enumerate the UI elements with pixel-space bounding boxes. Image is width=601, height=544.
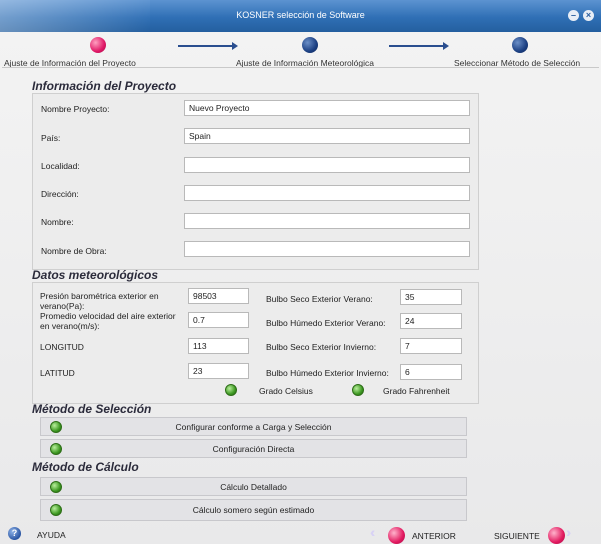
detailed-calc-label: Cálculo Detallado xyxy=(220,482,287,492)
prev-chevron-icon[interactable]: ‹‹ xyxy=(370,524,377,540)
next-label[interactable]: SIGUIENTE xyxy=(494,531,540,541)
pressure-label: Presión barométrica exterior en verano(P… xyxy=(40,291,159,311)
longitude-field[interactable]: 113 xyxy=(188,338,249,354)
wet-bulb-summer-label: Bulbo Húmedo Exterior Verano: xyxy=(266,318,386,328)
next-chevron-icon[interactable]: ›› xyxy=(566,524,573,540)
calc-method-title: Método de Cálculo xyxy=(32,460,139,474)
minimize-button[interactable]: – xyxy=(568,10,579,21)
selection-method-title: Método de Selección xyxy=(32,402,152,416)
close-button[interactable]: × xyxy=(583,10,594,21)
country-label: País: xyxy=(41,133,61,143)
project-name-label: Nombre Proyecto: xyxy=(41,104,110,114)
fahrenheit-radio[interactable] xyxy=(352,384,364,396)
project-name-field[interactable]: Nuevo Proyecto xyxy=(184,100,470,116)
help-label[interactable]: AYUDA xyxy=(37,530,66,540)
dry-bulb-summer-field[interactable]: 35 xyxy=(400,289,462,305)
main-panel: Ajuste de Información del Proyecto Ajust… xyxy=(0,32,601,544)
latitude-field[interactable]: 23 xyxy=(188,363,249,379)
dry-bulb-summer-label: Bulbo Seco Exterior Verano: xyxy=(266,294,373,304)
wet-bulb-winter-field[interactable]: 6 xyxy=(400,364,462,380)
step-dot-project[interactable] xyxy=(90,37,106,53)
longitude-label: LONGITUD xyxy=(40,342,84,352)
weather-section-title: Datos meteorológicos xyxy=(32,268,159,282)
country-field[interactable]: Spain xyxy=(184,128,470,144)
window-title: KOSNER selección de Software xyxy=(236,10,365,20)
name-field[interactable] xyxy=(184,213,470,229)
wet-bulb-summer-field[interactable]: 24 xyxy=(400,313,462,329)
address-field[interactable] xyxy=(184,185,470,201)
title-bar: KOSNER selección de Software – × xyxy=(0,0,601,32)
prev-button[interactable] xyxy=(388,527,405,544)
project-box: Nombre Proyecto: Nuevo Proyecto País: Sp… xyxy=(32,93,479,270)
step-separator xyxy=(2,67,599,68)
dry-bulb-winter-label: Bulbo Seco Exterior Invierno: xyxy=(266,342,377,352)
locality-field[interactable] xyxy=(184,157,470,173)
option-load-selection[interactable]: Configurar conforme a Carga y Selección xyxy=(40,417,467,436)
step-arrow-1 xyxy=(178,42,238,50)
wet-bulb-winter-label: Bulbo Húmedo Exterior Invierno: xyxy=(266,368,389,378)
fahrenheit-label: Grado Fahrenheit xyxy=(383,386,450,396)
locality-label: Localidad: xyxy=(41,161,80,171)
air-speed-field[interactable]: 0.7 xyxy=(188,312,249,328)
project-section-title: Información del Proyecto xyxy=(32,79,177,93)
dry-bulb-winter-field[interactable]: 7 xyxy=(400,338,462,354)
air-speed-label: Promedio velocidad del aire exterior en … xyxy=(40,311,176,331)
option-direct-config[interactable]: Configuración Directa xyxy=(40,439,467,458)
prev-label[interactable]: ANTERIOR xyxy=(412,531,456,541)
address-label: Dirección: xyxy=(41,189,79,199)
step-dot-method[interactable] xyxy=(512,37,528,53)
option-rough-calc[interactable]: Cálculo somero según estimado xyxy=(40,499,467,521)
load-selection-label: Configurar conforme a Carga y Selección xyxy=(175,422,332,432)
rough-calc-label: Cálculo somero según estimado xyxy=(192,505,315,515)
next-button[interactable] xyxy=(548,527,565,544)
latitude-label: LATITUD xyxy=(40,368,75,378)
work-name-label: Nombre de Obra: xyxy=(41,246,107,256)
name-label: Nombre: xyxy=(41,217,74,227)
help-icon[interactable]: ? xyxy=(8,527,21,540)
celsius-label: Grado Celsius xyxy=(259,386,313,396)
work-name-field[interactable] xyxy=(184,241,470,257)
weather-box: Presión barométrica exterior en verano(P… xyxy=(32,282,479,404)
step-arrow-2 xyxy=(389,42,449,50)
option-detailed-calc[interactable]: Cálculo Detallado xyxy=(40,477,467,496)
celsius-radio[interactable] xyxy=(225,384,237,396)
pressure-field[interactable]: 98503 xyxy=(188,288,249,304)
step-dot-weather[interactable] xyxy=(302,37,318,53)
direct-config-label: Configuración Directa xyxy=(212,444,295,454)
